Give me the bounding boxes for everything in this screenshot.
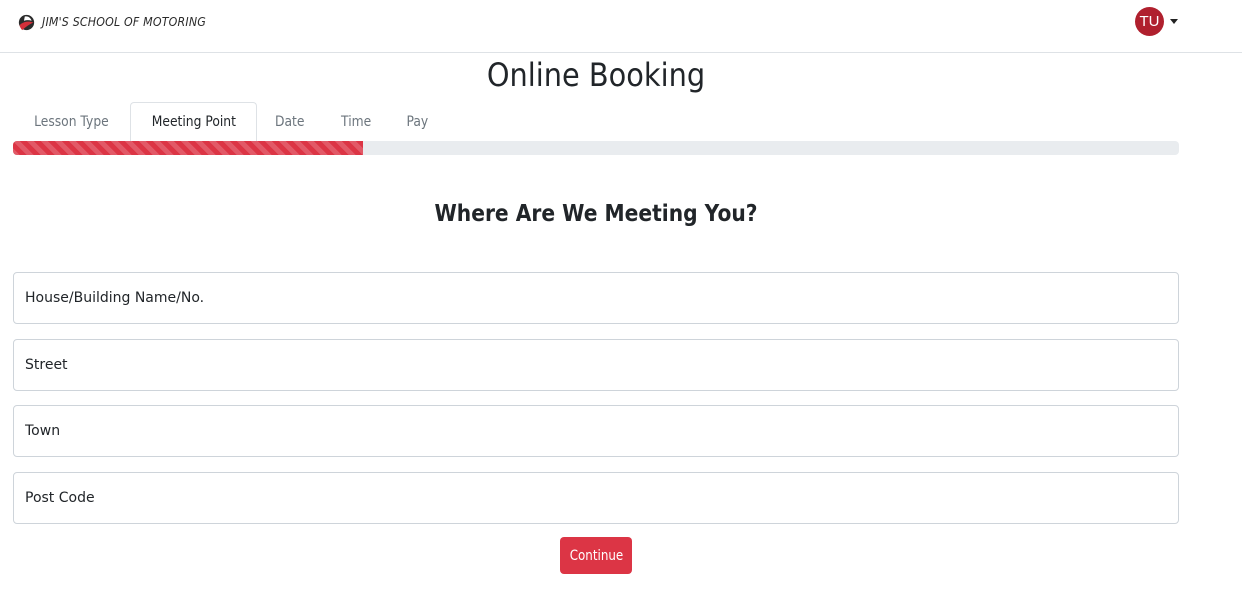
chevron-down-icon[interactable] (1170, 19, 1178, 24)
brand-name: JIM'S SCHOOL OF MOTORING (42, 15, 207, 29)
continue-button[interactable]: Continue (560, 537, 632, 574)
booking-progress (13, 141, 1179, 155)
tab-time[interactable]: Time (323, 102, 389, 141)
page-title: Online Booking (486, 56, 706, 94)
street-field[interactable] (13, 339, 1179, 391)
progress-bar-fill (13, 141, 363, 155)
house-building-field[interactable] (13, 272, 1179, 324)
top-navbar: JIM'S SCHOOL OF MOTORING TU (0, 0, 1242, 53)
brand-link[interactable]: JIM'S SCHOOL OF MOTORING (18, 13, 220, 31)
tab-label: Pay (406, 114, 429, 130)
tab-label: Meeting Point (151, 114, 236, 130)
tab-pay[interactable]: Pay (389, 102, 446, 141)
tab-date[interactable]: Date (257, 102, 322, 141)
tab-lesson-type[interactable]: Lesson Type (13, 102, 130, 141)
tab-meeting-point[interactable]: Meeting Point (129, 102, 258, 141)
user-menu-toggle[interactable]: TU (1135, 7, 1178, 36)
tab-label: Lesson Type (34, 114, 109, 130)
tab-label: Time (340, 114, 372, 130)
booking-steps-tabs: Lesson Type Meeting Point Date Time Pay (13, 102, 1179, 141)
avatar[interactable]: TU (1135, 7, 1164, 36)
town-field[interactable] (13, 405, 1179, 457)
section-heading: Where Are We Meeting You? (434, 201, 758, 227)
continue-button-label: Continue (569, 547, 623, 564)
steering-swoosh-icon (18, 14, 35, 30)
postcode-field[interactable] (13, 472, 1179, 524)
tab-label: Date (275, 114, 305, 130)
